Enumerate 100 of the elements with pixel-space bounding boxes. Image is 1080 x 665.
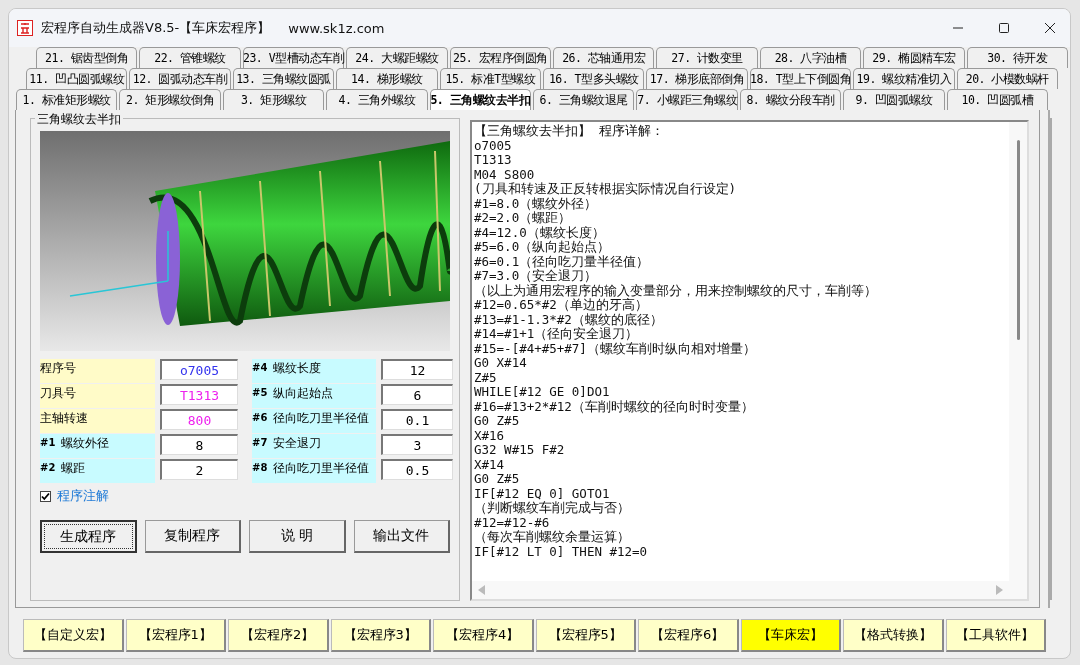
tab[interactable]: 7. 小螺距三角螺纹 [636,89,738,110]
module-tab[interactable]: 【工具软件】 [945,619,1046,652]
tab[interactable]: 18. T型上下倒圆角 [749,68,852,89]
code-line: （判断螺纹车削完成与否） [474,501,631,516]
code-line: G32 W#15 F#2 [474,443,566,458]
tab[interactable]: 16. T型多头螺纹 [543,68,645,89]
field-label: #1 螺纹外径 [40,434,155,458]
code-line: #16=#13+2*#12（车削时螺纹的径向时时变量） [474,399,755,414]
tab[interactable]: 9. 凹圆弧螺纹 [843,89,945,110]
tab[interactable]: 25. 宏程序倒圆角 [449,47,552,68]
code-line: X#16 [474,428,506,443]
tab[interactable]: 20. 小模数蜗杆 [956,68,1059,89]
action-button[interactable]: 输出文件 [353,520,450,553]
code-line: IF[#12 LT 0] THEN #12=0 [474,544,649,559]
code-line: #12=#12-#6 [474,515,551,530]
code-line: G0 Z#5 [474,472,521,487]
code-line: #1=8.0（螺纹外径） [474,196,599,211]
tab[interactable]: 17. 梯形底部倒角 [646,68,748,89]
tab[interactable]: 28. 八字油槽 [759,47,862,68]
input-field[interactable]: 8 [160,434,238,455]
tab[interactable]: 21. 锯齿型倒角 [36,47,138,68]
tab[interactable]: 11. 凹凸圆弧螺纹 [26,68,128,89]
code-line: (刀具和转速及正反转根据实际情况自行设定) [474,182,738,197]
field-label: #5 纵向起始点 [252,384,376,408]
field-label: #7 安全退刀 [252,434,376,458]
input-field[interactable]: 0.1 [381,409,453,430]
field-label: #6 径向吃刀里半径值 [252,409,376,433]
input-field[interactable]: 800 [160,409,238,430]
code-line: #4=12.0（螺纹长度） [474,225,606,240]
code-line: IF[#12 EQ 0] GOTO1 [474,486,611,501]
module-tab[interactable]: 【宏程序3】 [330,619,431,652]
code-line: G0 Z#5 [474,414,521,429]
tab[interactable]: 1. 标准矩形螺纹 [16,89,118,110]
tab[interactable]: 30. 待开发 [966,47,1069,68]
code-line: （以上为通用宏程序的输入变量部分，用来控制螺纹的尺寸，车削等） [474,283,878,298]
code-line: #12=0.65*#2（单边的牙高） [474,298,649,312]
input-field[interactable]: 12 [381,359,453,380]
input-field[interactable]: 6 [381,384,453,405]
field-label: 主轴转速 [40,409,155,433]
field-label: #8 径向吃刀里半径值 [252,459,376,483]
action-button[interactable]: 说 明 [249,520,346,553]
code-line: M04 S800 [474,167,536,182]
input-field[interactable]: 2 [160,459,238,480]
tab[interactable]: 24. 大螺距螺纹 [346,47,448,68]
tab[interactable]: 13. 三角螺纹圆弧 [232,68,335,89]
code-line: #14=#1+1（径向安全退刀） [474,327,640,342]
code-line: WHILE[#12 GE 0]DO1 [474,385,611,400]
code-line: 【三角螺纹去半扣】 程序详解： [474,124,665,139]
module-tab[interactable]: 【格式转换】 [843,619,944,652]
module-tab[interactable]: 【宏程序5】 [535,619,636,652]
tab[interactable]: 23. V型槽动态车削 [242,47,345,68]
module-tab[interactable]: 【车床宏】 [740,619,841,652]
tab[interactable]: 27. 计数变里 [656,47,758,68]
website-url: www.sk1z.com [288,20,385,36]
input-field[interactable]: 0.5 [381,459,453,480]
code-line: #13=#1-1.3*#2（螺纹的底径） [474,312,664,327]
input-field[interactable]: o7005 [160,359,238,380]
tab[interactable]: 3. 矩形螺纹 [222,89,325,110]
tab[interactable]: 22. 管锥螺纹 [139,47,241,68]
code-line: #2=2.0（螺距） [474,211,573,226]
group-title: 三角螺纹去半扣 [35,111,123,128]
field-label: #2 螺距 [40,459,155,483]
module-tab[interactable]: 【宏程序4】 [433,619,534,652]
tab[interactable]: 8. 螺纹分段车削 [739,89,842,110]
checkbox[interactable] [40,490,51,502]
close-icon[interactable] [1044,22,1056,34]
input-field[interactable]: 3 [381,434,453,455]
tab[interactable]: 12. 圆弧动态车削 [129,68,231,89]
code-line: #6=0.1（径向吃刀量半径值） [474,254,651,269]
code-line: （每次车削螺纹余量运算） [474,530,631,545]
tab[interactable]: 2. 矩形螺纹倒角 [119,89,221,110]
field-label: #4 螺纹长度 [252,359,376,383]
field-label: 程序号 [40,359,155,383]
code-line: T1313 [474,153,513,168]
module-tab[interactable]: 【自定义宏】 [23,619,124,652]
module-tab[interactable]: 【宏程序1】 [125,619,226,652]
field-label: 刀具号 [40,384,155,408]
code-line: #15=-[#4+#5+#7]（螺纹车削时纵向相对增量） [474,341,757,356]
action-button[interactable]: 复制程序 [144,520,241,553]
module-tab[interactable]: 【宏程序6】 [638,619,739,652]
action-button[interactable]: 生成程序 [40,520,137,553]
code-line: Z#5 [474,370,498,385]
checkbox-label[interactable]: 程序注解 [57,487,109,505]
code-line: X#14 [474,457,506,472]
tab[interactable]: 10. 凹圆弧槽 [946,89,1049,110]
tab[interactable]: 4. 三角外螺纹 [326,89,428,110]
tab[interactable]: 29. 椭圆精车宏 [863,47,965,68]
code-line: G0 X#14 [474,356,528,371]
module-tab[interactable]: 【宏程序2】 [228,619,329,652]
tab[interactable]: 26. 芯轴通用宏 [553,47,655,68]
code-line: o7005 [474,138,513,153]
tab[interactable]: 6. 三角螺纹退尾 [533,89,635,110]
tab[interactable]: 15. 标准T型螺纹 [439,68,542,89]
code-line: #5=6.0（纵向起始点） [474,240,612,255]
maximize-icon[interactable] [998,22,1010,34]
app-logo-icon [17,20,33,36]
tab[interactable]: 19. 螺纹精准切入 [853,68,955,89]
tab[interactable]: 5. 三角螺纹去半扣 [429,89,532,110]
tab[interactable]: 14. 梯形螺纹 [336,68,438,89]
code-line: #7=3.0（安全退刀） [474,269,599,283]
